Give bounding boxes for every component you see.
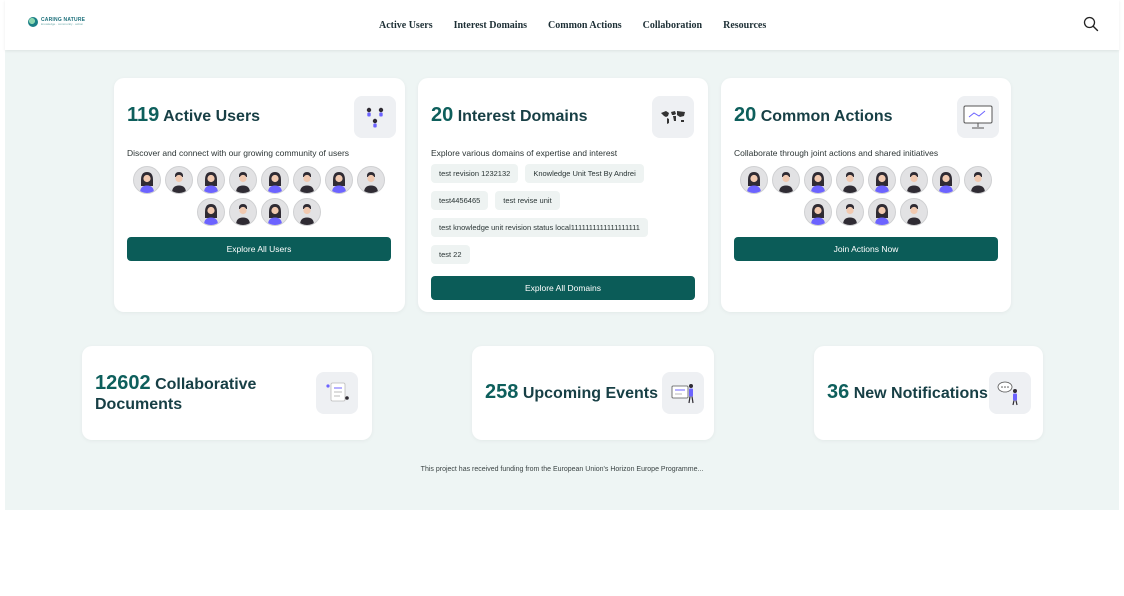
interest-domains-heading: 20 Interest Domains: [431, 104, 588, 127]
user-avatar[interactable]: [197, 198, 225, 226]
search-icon[interactable]: [1083, 16, 1099, 32]
logo-icon: [28, 17, 38, 27]
collaborative-documents-label-2: Documents: [95, 396, 183, 413]
interest-domains-count: 20: [431, 104, 454, 126]
brand-logo[interactable]: CARING NATURE knowledge · community · ac…: [28, 17, 85, 27]
participant-avatar[interactable]: [772, 166, 800, 194]
common-actions-heading: 20 Common Actions: [734, 104, 893, 127]
new-notifications-card[interactable]: 36 New Notifications: [814, 346, 1043, 440]
page-frame: CARING NATURE knowledge · community · ac…: [5, 0, 1119, 510]
nav-collaboration[interactable]: Collaboration: [643, 20, 702, 31]
participant-avatar[interactable]: [964, 166, 992, 194]
nav-active-users[interactable]: Active Users: [379, 20, 433, 31]
collaborative-documents-count: 12602: [95, 372, 151, 394]
user-avatar[interactable]: [293, 166, 321, 194]
collaborative-documents-heading: 12602 Collaborative Documents: [95, 373, 256, 415]
participant-avatar[interactable]: [740, 166, 768, 194]
domain-tag[interactable]: test revise unit: [495, 191, 560, 210]
common-actions-title: Common Actions: [760, 108, 893, 125]
participant-avatar[interactable]: [868, 166, 896, 194]
user-avatar[interactable]: [229, 166, 257, 194]
user-avatar[interactable]: [165, 166, 193, 194]
top-header: CARING NATURE knowledge · community · ac…: [5, 0, 1119, 50]
participant-avatar[interactable]: [804, 198, 832, 226]
interest-domains-title: Interest Domains: [457, 108, 588, 125]
active-users-count: 119: [127, 104, 160, 126]
domain-tag[interactable]: test 22: [431, 245, 470, 264]
new-notifications-heading: 36 New Notifications: [827, 382, 988, 404]
logo-subtitle: knowledge · community · action: [41, 22, 84, 26]
new-notifications-count: 36: [827, 381, 850, 403]
participant-avatar[interactable]: [836, 198, 864, 226]
active-users-card: 119 Active Users Discover and connect wi…: [114, 78, 405, 312]
participant-avatar[interactable]: [900, 166, 928, 194]
participant-avatar[interactable]: [804, 166, 832, 194]
domain-tag[interactable]: test revision 1232132: [431, 164, 519, 183]
explore-all-users-button[interactable]: Explore All Users: [127, 237, 391, 261]
user-avatar[interactable]: [325, 166, 353, 194]
participant-avatar[interactable]: [900, 198, 928, 226]
active-users-title: Active Users: [163, 108, 261, 125]
join-actions-now-button[interactable]: Join Actions Now: [734, 237, 998, 261]
interest-domain-tag-list: test revision 1232132 Knowledge Unit Tes…: [431, 164, 681, 264]
users-illustration-icon: [354, 96, 396, 138]
active-users-description: Discover and connect with our growing co…: [127, 148, 350, 158]
user-avatar[interactable]: [357, 166, 385, 194]
common-actions-count: 20: [734, 104, 757, 126]
events-illustration-icon: [662, 372, 704, 414]
user-avatar[interactable]: [293, 198, 321, 226]
user-avatar[interactable]: [133, 166, 161, 194]
upcoming-events-label: Upcoming Events: [522, 385, 658, 402]
upcoming-events-count: 258: [485, 381, 519, 403]
funding-notice: This project has received funding from t…: [420, 466, 704, 473]
documents-illustration-icon: [316, 372, 358, 414]
explore-all-domains-button[interactable]: Explore All Domains: [431, 276, 695, 300]
collaborative-documents-card[interactable]: 12602 Collaborative Documents: [82, 346, 372, 440]
collaborative-documents-label-1: Collaborative: [155, 376, 257, 393]
common-actions-card: 20 Common Actions Collaborate through jo…: [721, 78, 1011, 312]
active-users-avatar-list: [127, 166, 391, 226]
interest-domains-description: Explore various domains of expertise and…: [431, 148, 618, 158]
upcoming-events-heading: 258 Upcoming Events: [485, 382, 658, 404]
main-nav: Active Users Interest Domains Common Act…: [379, 20, 766, 31]
new-notifications-label: New Notifications: [853, 385, 988, 402]
user-avatar[interactable]: [261, 166, 289, 194]
participant-avatar[interactable]: [868, 198, 896, 226]
upcoming-events-card[interactable]: 258 Upcoming Events: [472, 346, 714, 440]
user-avatar[interactable]: [197, 166, 225, 194]
nav-interest-domains[interactable]: Interest Domains: [454, 20, 527, 31]
domain-tag[interactable]: test4456465: [431, 191, 489, 210]
interest-domains-card: 20 Interest Domains Explore various doma…: [418, 78, 708, 312]
active-users-heading: 119 Active Users: [127, 104, 260, 127]
user-avatar[interactable]: [229, 198, 257, 226]
user-avatar[interactable]: [261, 198, 289, 226]
nav-common-actions[interactable]: Common Actions: [548, 20, 622, 31]
participant-avatar[interactable]: [932, 166, 960, 194]
domain-tag[interactable]: Knowledge Unit Test By Andrei: [525, 164, 644, 183]
common-actions-avatar-list: [734, 166, 998, 226]
common-actions-description: Collaborate through joint actions and sh…: [734, 148, 939, 158]
domain-tag[interactable]: test knowledge unit revision status loca…: [431, 218, 648, 237]
world-map-icon: [652, 96, 694, 138]
participant-avatar[interactable]: [836, 166, 864, 194]
monitor-icon: [957, 96, 999, 138]
notifications-illustration-icon: [989, 372, 1031, 414]
nav-resources[interactable]: Resources: [723, 20, 766, 31]
